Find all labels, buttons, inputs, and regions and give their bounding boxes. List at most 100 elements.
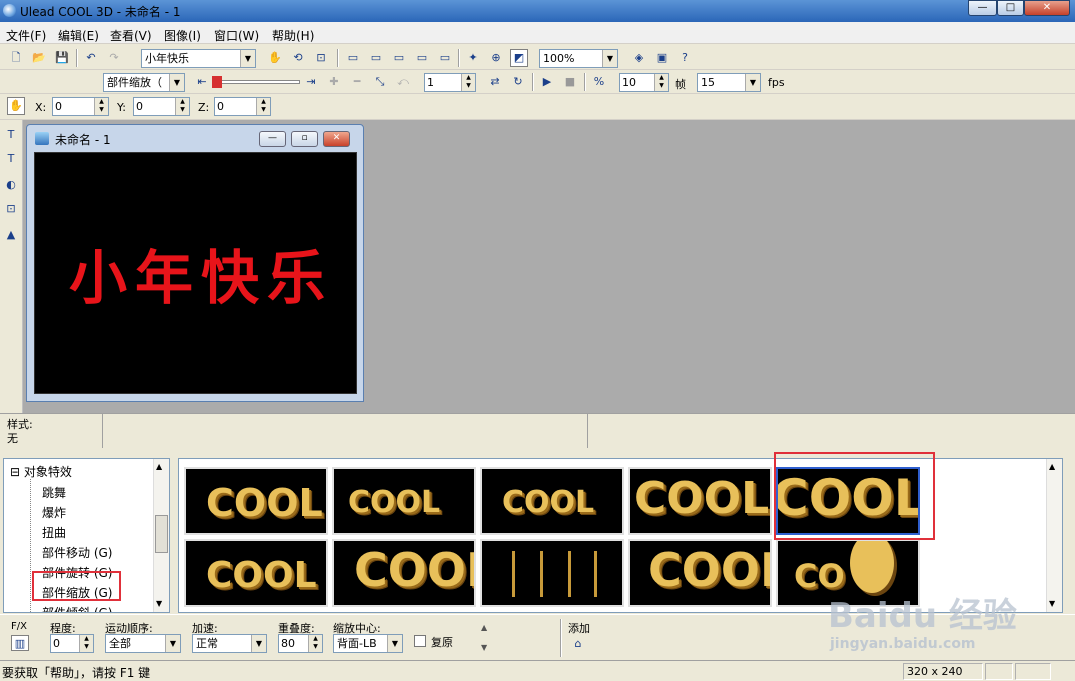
add-icon[interactable]: ⌂ [570,635,586,651]
menu-view[interactable]: 查看(V) [110,27,152,44]
separator [76,49,78,67]
thumbnail-4[interactable]: COOL [628,467,772,535]
maximize-button[interactable]: □ [997,0,1024,16]
hand-move-icon[interactable]: ✋ [266,49,284,67]
z-spinner[interactable]: 0 ▲ ▼ [214,97,271,116]
top-view-icon[interactable]: ▭ [367,49,385,67]
frame-value: 1 [427,76,434,89]
edit-text-icon[interactable]: T [2,150,20,168]
thumbnail-text: COOL [354,543,474,597]
scroll-up-icon[interactable]: ▲ [156,462,162,471]
reverse-icon[interactable]: ⤡ [371,73,389,91]
frames-select[interactable]: 15 ▼ [697,73,761,92]
front-view-icon[interactable]: ▭ [344,49,362,67]
side-view-icon[interactable]: ▭ [390,49,408,67]
undo-icon[interactable]: ↶ [82,49,100,67]
menu-file[interactable]: 文件(F) [6,27,46,44]
scroll-down-icon[interactable]: ▼ [1049,599,1055,608]
accel-select[interactable]: 正常 ▼ [192,634,267,653]
thumbnail-6[interactable]: COOL [184,539,328,607]
select-object-icon[interactable]: ⊡ [2,200,20,218]
stop-icon[interactable]: ■ [561,73,579,91]
spin-arrows-icon: ▲ ▼ [654,74,668,91]
thumbnail-2[interactable]: COOL [332,467,476,535]
menu-help[interactable]: 帮助(H) [272,27,314,44]
scroll-up-icon[interactable]: ▲ [1049,462,1055,471]
menu-image[interactable]: 图像(I) [164,27,201,44]
y-spinner[interactable]: 0 ▲ ▼ [133,97,190,116]
add-keyframe-icon[interactable]: ✚ [325,73,343,91]
wizard-icon[interactable]: ▣ [653,49,671,67]
x-spinner[interactable]: 0 ▲ ▼ [52,97,109,116]
light-icon[interactable]: ✦ [464,49,482,67]
close-button[interactable]: ✕ [1024,0,1070,16]
geometry-icon[interactable]: ▲ [2,226,20,244]
loop-icon[interactable]: ↻ [509,73,527,91]
timeline-thumb[interactable] [212,76,222,88]
last-frame-icon[interactable]: ⇥ [302,73,320,91]
bottom-view-icon[interactable]: ▭ [436,49,454,67]
tree-item-explode[interactable]: 爆炸 [42,504,66,521]
open-icon[interactable]: 📂 [30,49,48,67]
back-view-icon[interactable]: ▭ [413,49,431,67]
app-icon[interactable] [3,4,16,17]
thumbnail-7[interactable]: COOL [332,539,476,607]
remove-keyframe-icon[interactable]: ━ [348,73,366,91]
position-toolbar: ✋ X: 0 ▲ ▼ Y: 0 ▲ ▼ Z: 0 ▲ ▼ [0,94,1075,120]
scroll-thumb[interactable] [155,515,168,553]
fps-tool-icon[interactable]: % [590,73,608,91]
thumbnail-scrollbar[interactable]: ▲ ▼ [1046,459,1062,612]
camera-icon[interactable]: ◩ [510,49,528,67]
play-icon[interactable]: ▶ [538,73,556,91]
degree-spinner[interactable]: 0 ▲ ▼ [50,634,94,653]
tree-root[interactable]: ⊟ 对象特效 [10,463,72,480]
tree-scrollbar[interactable]: ▲ ▼ [153,459,169,612]
thumbnail-1[interactable]: COOL [184,467,328,535]
insert-object-icon[interactable]: ◐ [2,176,20,194]
effect-value: 部件缩放（ [107,76,162,89]
scroll-up-icon[interactable]: ▲ [481,623,487,632]
fps-spinner[interactable]: 10 ▲ ▼ [619,73,669,92]
menu-edit[interactable]: 编辑(E) [58,27,99,44]
overlap-spinner[interactable]: 80 ▲ ▼ [278,634,323,653]
minimize-button[interactable]: — [968,0,997,16]
new-icon[interactable]: 🗋 [7,49,25,67]
doc-restore-button[interactable]: ▫ [291,131,318,147]
insert-text-icon[interactable]: T [2,126,20,144]
tree-item-dance[interactable]: 跳舞 [42,484,66,501]
scroll-down-icon[interactable]: ▼ [156,599,162,608]
reset-checkbox[interactable] [414,635,426,647]
scroll-down-icon[interactable]: ▼ [481,643,487,652]
loop-back-icon[interactable]: ⤺ [394,73,412,91]
ping-pong-icon[interactable]: ⇄ [486,73,504,91]
center-select[interactable]: 背面-LB ▼ [333,634,403,653]
preview-canvas[interactable]: 小年快乐 [34,152,357,394]
order-select[interactable]: 全部 ▼ [105,634,181,653]
thumbnail-3[interactable]: COOL [480,467,624,535]
thumbnail-9[interactable]: COOL [628,539,772,607]
timeline-slider[interactable] [214,80,300,84]
resize-icon[interactable]: ⊡ [312,49,330,67]
menu-window[interactable]: 窗口(W) [214,27,259,44]
app-title: Ulead COOL 3D - 未命名 - 1 [20,5,181,19]
thumbnail-8[interactable] [480,539,624,607]
redo-icon[interactable]: ↷ [105,49,123,67]
position-tool-icon[interactable]: ✋ [7,97,25,115]
chevron-down-icon: ▼ [169,74,184,91]
save-icon[interactable]: 💾 [53,49,71,67]
tree-item-twist[interactable]: 扭曲 [42,524,66,541]
zoom-select[interactable]: 100% ▼ [539,49,618,68]
effect-select[interactable]: 部件缩放（ ▼ [103,73,185,92]
frame-spinner[interactable]: 1 ▲ ▼ [424,73,476,92]
globe-icon[interactable]: ⊕ [487,49,505,67]
tree-item-part-skew[interactable]: 部件倾斜 (G) [42,604,112,612]
doc-minimize-button[interactable]: — [259,131,286,147]
doc-close-button[interactable]: ✕ [323,131,350,147]
web-icon[interactable]: ◈ [630,49,648,67]
text-object-select[interactable]: 小年快乐 ▼ [141,49,256,68]
context-help-icon[interactable]: ? [676,49,694,67]
fx-toggle-icon[interactable]: ▥ [11,635,29,651]
first-frame-icon[interactable]: ⇤ [193,73,211,91]
rotate-hand-icon[interactable]: ⟲ [289,49,307,67]
tree-item-part-move[interactable]: 部件移动 (G) [42,544,112,561]
